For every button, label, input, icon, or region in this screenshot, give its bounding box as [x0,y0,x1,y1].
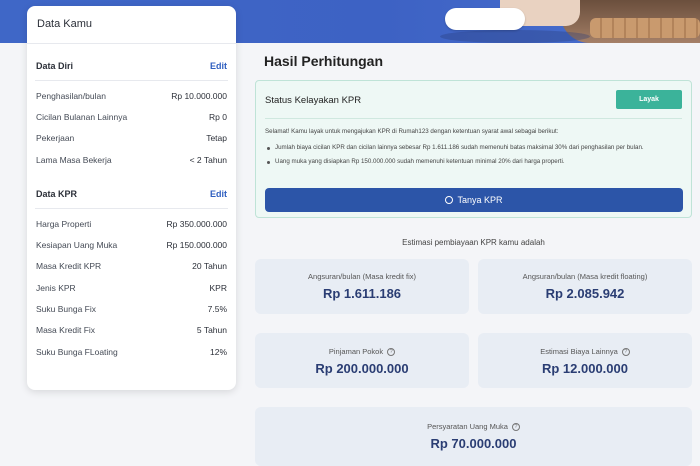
tanya-kpr-button[interactable]: Tanya KPR [265,188,683,212]
card-amount: Rp 70.000.000 [430,436,517,451]
row-value: 20 Tahun [192,261,227,272]
row-label: Penghasilan/bulan [36,90,106,101]
row-label: Lama Masa Bekerja [36,154,112,165]
status-message: Selamat! Kamu layak untuk mengajukan KPR… [265,128,559,135]
card-label: Estimasi Biaya Lainnya [540,347,618,356]
row-label: Suku Bunga Fix [36,304,97,315]
card-label: Angsuran/bulan (Masa kredit floating) [522,272,648,281]
card-amount: Rp 2.085.942 [545,286,625,301]
hero-illustration [440,0,700,43]
status-badge: Layak [616,90,682,109]
card-amount: Rp 200.000.000 [315,361,409,376]
row-value: 7.5% [207,304,227,315]
data-diri-heading: Data Diri [36,61,74,71]
row-label: Kesiapan Uang Muka [36,240,118,251]
row-value: < 2 Tahun [189,154,227,165]
card-amount: Rp 1.611.186 [322,286,402,301]
status-conditions-list: Jumlah biaya cicilan KPR dan cicilan lai… [265,144,685,172]
angsuran-fix-card: Angsuran/bulan (Masa kredit fix) Rp 1.61… [255,259,469,314]
list-item: Uang muka yang disiapkan Rp 150.000.000 … [265,158,685,167]
row-harga-properti: Harga Properti Rp 350.000.000 [27,213,236,234]
whatsapp-icon [445,196,454,204]
row-masa-kredit-fix: Masa Kredit Fix 5 Tahun [27,320,236,341]
info-icon[interactable]: ? [387,347,396,356]
divider [265,118,682,119]
data-kamu-card: Data Kamu Data Diri Edit Penghasilan/bul… [27,6,236,390]
data-kpr-heading: Data KPR [36,189,78,200]
data-kamu-title: Data Kamu [27,6,236,44]
row-label: Masa Kredit KPR [36,261,102,272]
estimasi-biaya-lainnya-card: Estimasi Biaya Lainnya ? Rp 12.000.000 [478,333,692,388]
data-diri-edit-link[interactable]: Edit [210,61,227,71]
data-kpr-header: Data KPR Edit [27,184,236,204]
list-item: Jumlah biaya cicilan KPR dan cicilan lai… [265,144,685,153]
row-value: Tetap [206,133,227,144]
row-value: Rp 0 [209,111,227,122]
tanya-kpr-label: Tanya KPR [457,195,503,205]
persyaratan-uang-muka-card: Persyaratan Uang Muka ? Rp 70.000.000 [255,407,692,466]
info-icon[interactable]: ? [511,422,520,431]
row-masa-kredit-kpr: Masa Kredit KPR 20 Tahun [27,256,236,277]
card-amount: Rp 12.000.000 [541,361,628,376]
row-suku-bunga-floating: Suku Bunga FLoating 12% [27,341,236,362]
row-jenis-kpr: Jenis KPR KPR [27,277,236,298]
status-title: Status Kelayakan KPR [265,95,362,106]
row-value: Rp 350.000.000 [166,218,228,229]
row-label: Cicilan Bulanan Lainnya [36,111,128,122]
estimasi-heading: Estimasi pembiayaan KPR kamu adalah [402,238,545,247]
card-label: Persyaratan Uang Muka [427,422,508,431]
data-kpr-edit-link[interactable]: Edit [210,189,227,199]
page-title: Hasil Perhitungan [264,53,384,69]
row-pekerjaan: Pekerjaan Tetap [27,128,236,149]
row-lama-bekerja: Lama Masa Bekerja < 2 Tahun [27,149,236,170]
row-value: Rp 10.000.000 [171,90,227,101]
pinjaman-pokok-card: Pinjaman Pokok ? Rp 200.000.000 [255,333,469,388]
card-label: Angsuran/bulan (Masa kredit fix) [308,272,416,281]
row-label: Suku Bunga FLoating [36,346,118,357]
row-penghasilan: Penghasilan/bulan Rp 10.000.000 [27,85,236,106]
card-label: Pinjaman Pokok [328,347,384,356]
row-value: 12% [209,346,227,357]
row-kesiapan-uang-muka: Kesiapan Uang Muka Rp 150.000.000 [27,234,236,255]
row-value: 5 Tahun [196,325,227,336]
data-diri-header: Data Diri Edit [27,56,236,76]
status-kelayakan-box: Status Kelayakan KPR Layak Selamat! Kamu… [255,80,692,218]
angsuran-floating-card: Angsuran/bulan (Masa kredit floating) Rp… [478,259,692,314]
row-label: Jenis KPR [36,282,76,293]
row-suku-bunga-fix: Suku Bunga Fix 7.5% [27,298,236,319]
row-label: Harga Properti [36,218,92,229]
row-label: Pekerjaan [36,133,75,144]
row-cicilan-lainnya: Cicilan Bulanan Lainnya Rp 0 [27,106,236,127]
row-label: Masa Kredit Fix [36,325,96,336]
info-icon[interactable]: ? [621,347,630,356]
row-value: Rp 150.000.000 [166,240,228,251]
row-value: KPR [209,282,227,293]
